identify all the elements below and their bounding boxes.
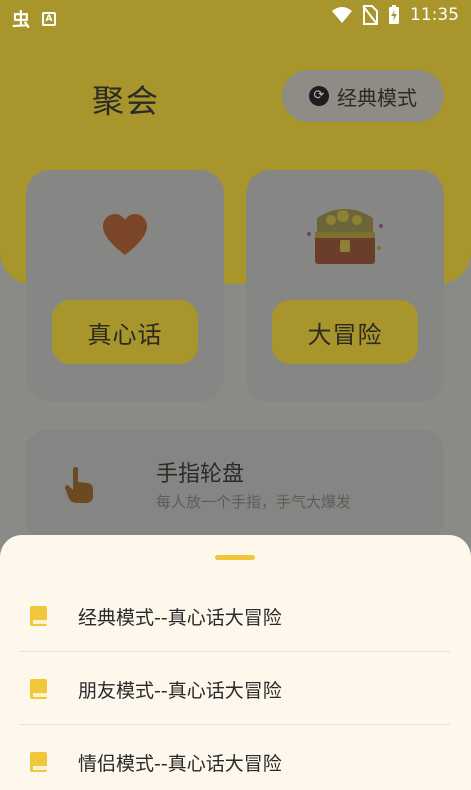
- page-title: 聚会: [92, 82, 161, 120]
- treasure-chest-icon: [307, 209, 383, 264]
- wheel-subtitle: 每人放一个手指，手气大爆发: [156, 493, 352, 511]
- dare-card[interactable]: 大冒险: [246, 170, 444, 402]
- refresh-icon: ⟳: [309, 86, 329, 106]
- truth-card[interactable]: 真心话: [26, 170, 224, 402]
- mode-switch-button[interactable]: ⟳ 经典模式: [282, 70, 444, 122]
- heart-icon: [103, 214, 147, 255]
- pointing-finger-icon: [65, 467, 93, 503]
- sheet-item-label: 情侣模式--真心话大冒险: [78, 753, 282, 775]
- mode-bottom-sheet: 经典模式--真心话大冒险 朋友模式--真心话大冒险 情侣模式--真心话大冒险: [0, 535, 471, 790]
- wheel-title: 手指轮盘: [156, 462, 245, 487]
- sheet-drag-handle[interactable]: [215, 555, 255, 560]
- no-sim-icon: [362, 5, 378, 25]
- sheet-item-couples[interactable]: 情侣模式--真心话大冒险: [20, 725, 450, 790]
- dare-button[interactable]: 大冒险: [272, 300, 418, 364]
- sheet-item-friends[interactable]: 朋友模式--真心话大冒险: [20, 652, 450, 724]
- wifi-icon: [332, 7, 352, 23]
- truth-button[interactable]: 真心话: [52, 300, 198, 364]
- a-box-icon: A: [42, 12, 56, 26]
- sheet-item-label: 朋友模式--真心话大冒险: [78, 680, 282, 702]
- book-icon: [30, 679, 47, 699]
- book-icon: [30, 752, 47, 772]
- book-icon: [30, 606, 47, 626]
- finger-wheel-card[interactable]: 手指轮盘 每人放一个手指，手气大爆发: [26, 430, 444, 540]
- mode-button-label: 经典模式: [337, 85, 417, 110]
- battery-charging-icon: [389, 5, 399, 24]
- status-bar: 虫 A 11:35: [0, 0, 471, 34]
- sheet-item-classic[interactable]: 经典模式--真心话大冒险: [20, 579, 450, 651]
- clock-time: 11:35: [410, 5, 459, 25]
- bug-icon: 虫: [12, 10, 30, 31]
- sheet-item-label: 经典模式--真心话大冒险: [78, 607, 282, 629]
